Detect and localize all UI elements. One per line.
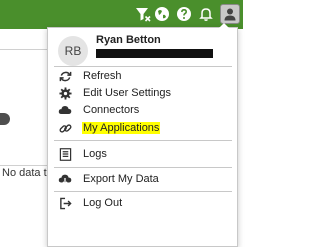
help-icon[interactable]	[175, 5, 193, 23]
dropdown-caret	[219, 23, 229, 28]
gear-icon	[58, 86, 72, 100]
divider	[54, 167, 232, 168]
user-name: Ryan Betton	[96, 34, 161, 46]
menu-item-label: Refresh	[83, 70, 122, 82]
menu-item-refresh[interactable]: Refresh	[54, 68, 232, 84]
redacted-email	[96, 49, 213, 58]
menu-item-label: Logs	[83, 148, 107, 160]
logout-icon	[58, 196, 72, 210]
avatar: RB	[58, 36, 88, 66]
cloud-icon	[58, 103, 72, 117]
refresh-icon	[58, 69, 72, 83]
person-icon	[224, 8, 236, 21]
menu-item-export-my-data[interactable]: Export My Data	[54, 171, 232, 187]
account-dropdown: RB Ryan Betton Refresh Edit User Setting…	[47, 27, 238, 247]
menu-item-label: Log Out	[83, 197, 123, 209]
log-icon	[58, 147, 72, 161]
menu-item-my-applications[interactable]: My Applications	[54, 120, 232, 136]
globe-icon[interactable]	[153, 5, 171, 23]
account-menu-button[interactable]	[220, 4, 240, 24]
menu-item-label: Connectors	[83, 104, 140, 116]
menu-item-label: My Applications	[82, 122, 161, 134]
menu-item-edit-user-settings[interactable]: Edit User Settings	[54, 85, 232, 101]
menu-item-connectors[interactable]: Connectors	[54, 102, 232, 118]
menu-item-logs[interactable]: Logs	[54, 146, 232, 162]
filter-icon[interactable]	[134, 5, 152, 23]
divider	[54, 191, 232, 192]
cloud-download-icon	[58, 172, 72, 186]
toggle-pill[interactable]	[0, 113, 10, 125]
avatar-initials: RB	[64, 44, 82, 58]
link-icon	[58, 121, 72, 135]
bell-icon[interactable]	[197, 5, 215, 23]
top-bar	[0, 0, 243, 29]
menu-item-label: Export My Data	[83, 173, 159, 185]
divider	[54, 140, 232, 141]
menu-item-label: Edit User Settings	[83, 87, 172, 99]
menu-item-log-out[interactable]: Log Out	[54, 195, 232, 211]
divider	[54, 66, 232, 67]
